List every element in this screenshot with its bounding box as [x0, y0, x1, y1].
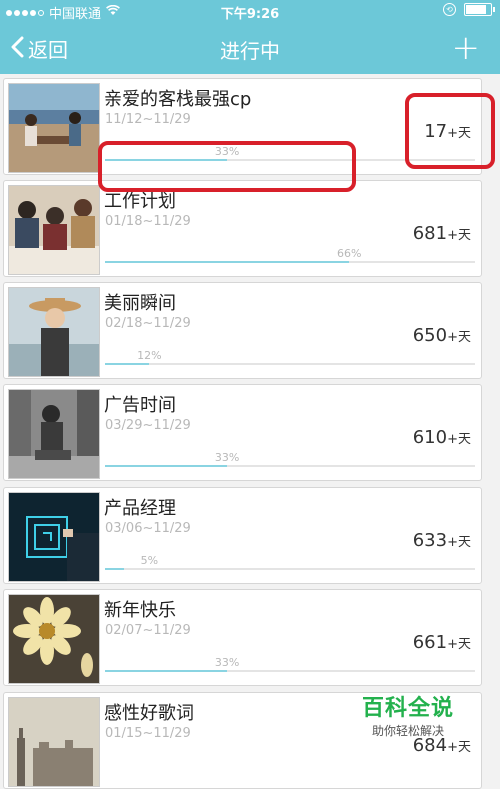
thumbnail-image: [8, 697, 100, 787]
thumbnail-image: [8, 594, 100, 684]
progress-label: 12%: [137, 349, 162, 362]
item-days: 633+天: [413, 530, 471, 551]
thumbnail-image: [8, 492, 100, 582]
item-title: 广告时间: [104, 395, 176, 416]
thumbnail-image: [8, 83, 100, 173]
item-title: 新年快乐: [104, 600, 176, 621]
orientation-lock-icon: ⟲: [443, 3, 456, 16]
item-title: 产品经理: [104, 498, 176, 519]
item-dates: 02/07~11/29: [105, 623, 191, 638]
battery-icon: [464, 3, 495, 16]
highlight-days-annotation: [405, 93, 495, 169]
days-unit: +天: [447, 432, 471, 447]
days-unit: +天: [447, 330, 471, 345]
list-item[interactable]: 美丽瞬间 02/18~11/29 650+天 12%: [3, 282, 482, 379]
progress-label: 33%: [214, 451, 240, 464]
progress-label: 5%: [140, 554, 159, 567]
item-title: 亲爱的客栈最强cp: [104, 89, 252, 110]
days-unit: +天: [447, 535, 471, 550]
progress-track: 66%: [105, 247, 475, 263]
page-title: 进行中: [220, 39, 280, 63]
item-title: 美丽瞬间: [104, 293, 176, 314]
progress-bar: [105, 670, 228, 672]
progress-track: 33%: [105, 451, 475, 467]
item-dates: 03/06~11/29: [105, 521, 191, 536]
highlight-progress-annotation: [98, 141, 356, 192]
days-count: 661: [412, 632, 448, 653]
days-unit: +天: [447, 637, 471, 652]
days-count: 610: [412, 427, 448, 448]
item-title: 感性好歌词: [104, 703, 194, 724]
add-button[interactable]: +: [452, 28, 481, 68]
progress-track: 12%: [105, 349, 475, 365]
list-item[interactable]: 工作计划 01/18~11/29 681+天 66%: [3, 180, 482, 277]
status-bar: 中国联通 下午9:26 ⟲: [0, 0, 500, 22]
watermark-title: 百科全说: [361, 696, 454, 721]
days-count: 633: [412, 530, 448, 551]
list-item[interactable]: 新年快乐 02/07~11/29 661+天 33%: [3, 589, 482, 686]
item-days: 650+天: [413, 325, 471, 346]
progress-label: 33%: [214, 656, 240, 669]
days-unit: +天: [447, 228, 471, 243]
progress-track: 33%: [105, 656, 475, 672]
thumbnail-image: [8, 185, 100, 275]
item-dates: 01/15~11/29: [105, 726, 191, 741]
navigation-bar: 返回 进行中 +: [0, 22, 500, 74]
item-dates: 01/18~11/29: [105, 214, 191, 229]
clock: 下午9:26: [220, 7, 280, 22]
thumbnail-image: [8, 389, 100, 479]
item-days: 610+天: [413, 427, 471, 448]
progress-bar: [105, 261, 350, 263]
days-count: 681: [412, 223, 448, 244]
watermark-logo: 百科全说 助你轻松解决: [358, 690, 458, 739]
watermark-subtitle: 助你轻松解决: [371, 724, 444, 738]
progress-track: 5%: [105, 554, 475, 570]
progress-label: 66%: [336, 247, 362, 260]
progress-bar: [105, 568, 124, 570]
item-dates: 02/18~11/29: [105, 316, 191, 331]
days-unit: +天: [447, 740, 471, 755]
item-dates: 03/29~11/29: [105, 418, 191, 433]
progress-bar: [105, 465, 228, 467]
list-item[interactable]: 广告时间 03/29~11/29 610+天 33%: [3, 384, 482, 481]
item-days: 661+天: [413, 632, 471, 653]
thumbnail-image: [8, 287, 100, 377]
list-item[interactable]: 产品经理 03/06~11/29 633+天 5%: [3, 487, 482, 584]
progress-bar: [105, 363, 150, 365]
item-days: 681+天: [413, 223, 471, 244]
days-count: 650: [412, 325, 448, 346]
item-dates: 11/12~11/29: [105, 112, 191, 127]
